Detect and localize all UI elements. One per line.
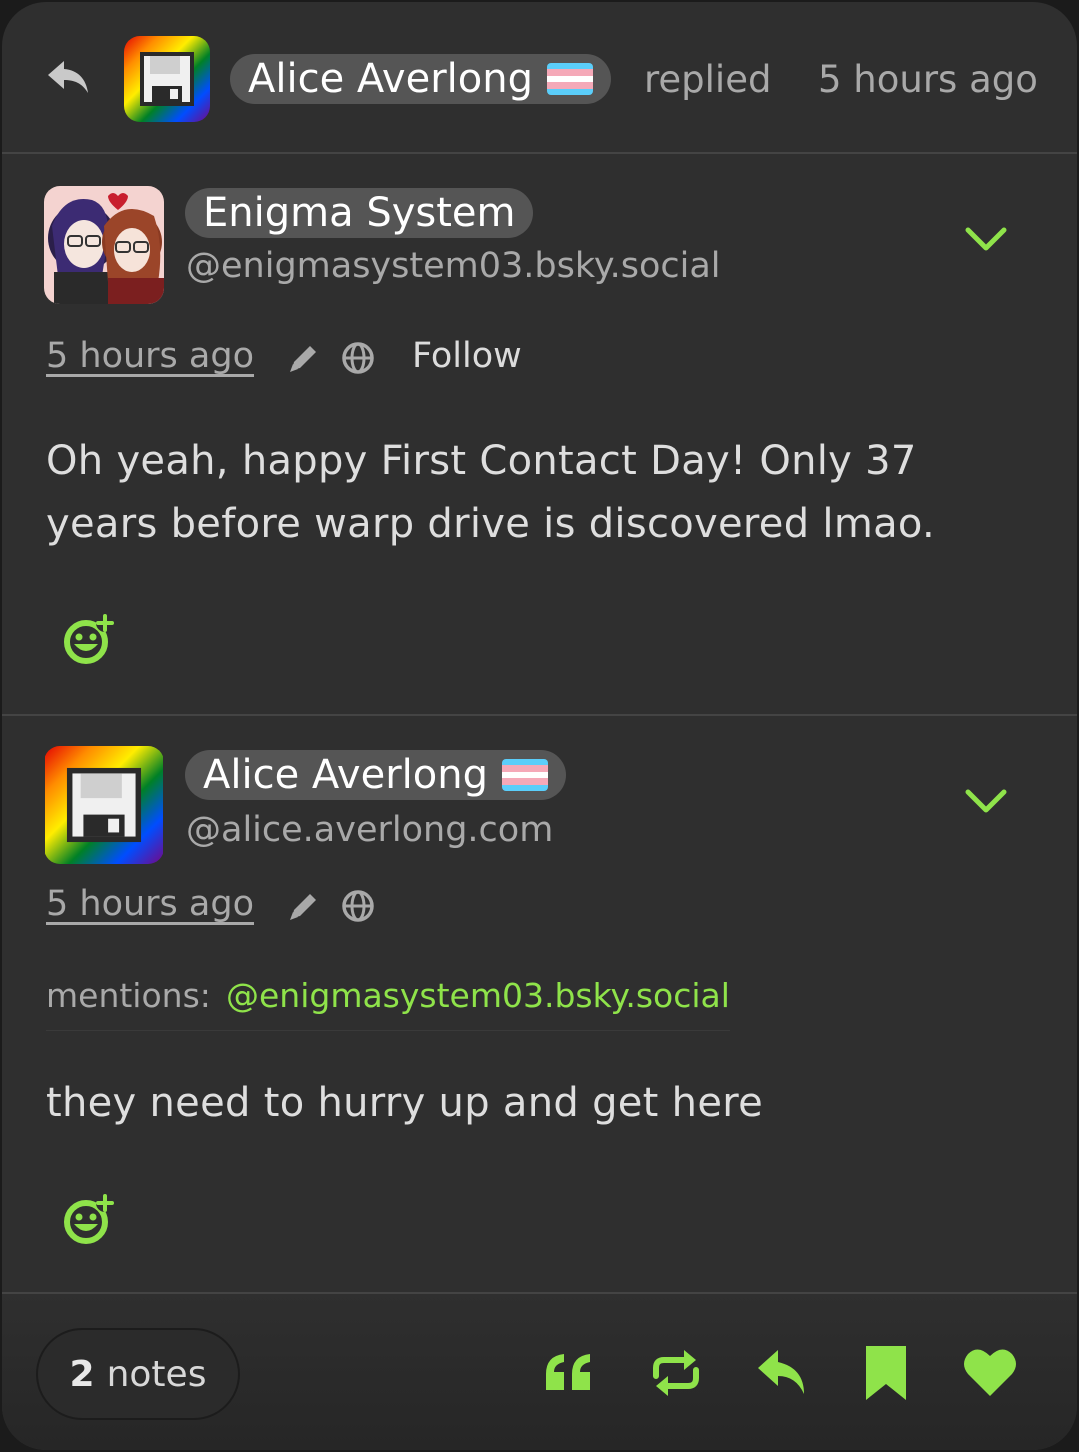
alice-avatar[interactable] <box>44 746 164 864</box>
globe-icon <box>342 890 374 922</box>
post-author-name[interactable]: Enigma System <box>185 188 534 238</box>
enigma-avatar[interactable] <box>44 186 164 304</box>
post-author-name-label: Enigma System <box>203 190 516 236</box>
floppy-avatar-icon <box>45 746 163 864</box>
header-avatar[interactable] <box>124 36 210 122</box>
enigma-portrait-icon <box>44 186 164 304</box>
quote-icon[interactable] <box>542 1346 598 1400</box>
post-enigma-system: Enigma System @enigmasystem03.bsky.socia… <box>2 154 1077 716</box>
chevron-down-icon[interactable] <box>964 786 1008 816</box>
repost-icon[interactable] <box>648 1346 704 1400</box>
add-reaction-icon[interactable] <box>62 612 116 666</box>
notes-count: 2 <box>69 1353 95 1395</box>
reply-header: Alice Averlong replied 5 hours ago <box>2 2 1077 154</box>
edit-icon <box>290 894 316 920</box>
add-reaction-icon[interactable] <box>62 1192 116 1246</box>
trans-flag-icon <box>546 63 593 95</box>
post-footer: 2 notes <box>2 1294 1077 1450</box>
notes-label: notes <box>106 1353 207 1395</box>
post-author-handle[interactable]: @enigmasystem03.bsky.social <box>186 246 721 286</box>
post-author-handle[interactable]: @alice.averlong.com <box>186 810 553 850</box>
post-timestamp[interactable]: 5 hours ago <box>46 884 254 924</box>
floppy-avatar-icon <box>124 36 210 122</box>
post-author-name[interactable]: Alice Averlong <box>185 750 566 800</box>
trans-flag-icon <box>501 759 548 791</box>
mention-link[interactable]: @enigmasystem03.bsky.social <box>226 976 730 1015</box>
post-author-name-label: Alice Averlong <box>203 752 488 798</box>
post-timestamp[interactable]: 5 hours ago <box>46 336 254 376</box>
chevron-down-icon[interactable] <box>964 224 1008 254</box>
post-body: Oh yeah, happy First Contact Day! Only 3… <box>46 438 935 547</box>
bookmark-icon[interactable] <box>858 1346 914 1400</box>
reply-action-text: replied <box>644 58 772 101</box>
reply-icon[interactable] <box>754 1346 810 1400</box>
header-user-name-label: Alice Averlong <box>248 56 533 102</box>
follow-button[interactable]: Follow <box>412 336 522 376</box>
reply-icon <box>48 61 88 93</box>
header-timestamp[interactable]: 5 hours ago <box>818 58 1038 101</box>
heart-icon[interactable] <box>962 1346 1018 1400</box>
header-user-name[interactable]: Alice Averlong <box>230 54 611 104</box>
globe-icon <box>342 342 374 374</box>
mentions-row: mentions: @enigmasystem03.bsky.social <box>46 976 730 1031</box>
post-body: they need to hurry up and get here <box>46 1080 764 1126</box>
notes-button[interactable]: 2 notes <box>36 1328 240 1420</box>
mentions-label: mentions: <box>46 976 211 1015</box>
post-alice-averlong: Alice Averlong @alice.averlong.com 5 hou… <box>2 716 1077 1294</box>
edit-icon <box>290 346 316 372</box>
post-card: Alice Averlong replied 5 hours ago Enigm… <box>2 2 1077 1450</box>
